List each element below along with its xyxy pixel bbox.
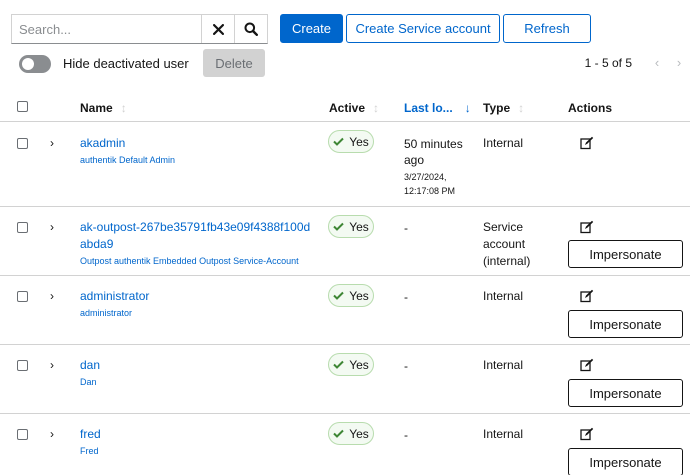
active-status-text: Yes — [349, 288, 369, 303]
expand-row-icon[interactable]: › — [50, 221, 54, 233]
last-login-relative: - — [404, 359, 408, 373]
active-status-badge: Yes — [328, 130, 374, 153]
user-type: Service account (internal) — [483, 220, 531, 268]
sort-descending-icon: ↓ — [464, 101, 471, 115]
check-icon — [333, 291, 344, 300]
user-link[interactable]: akadmin — [80, 135, 125, 152]
create-service-account-button[interactable]: Create Service account — [346, 14, 500, 43]
user-link[interactable]: administrator — [80, 288, 149, 305]
last-login-date: 3/27/2024, 12:17:08 PM — [404, 172, 456, 196]
user-link[interactable]: dan — [80, 357, 100, 374]
table-row: › dan Dan Yes - Internal Impersonate — [0, 345, 690, 414]
column-header-name[interactable]: Name ↕ — [80, 101, 127, 115]
column-header-last-login-label: Last lo... — [404, 101, 453, 115]
hide-deactivated-toggle[interactable] — [19, 55, 51, 73]
active-status-text: Yes — [349, 426, 369, 441]
user-type: Internal — [483, 427, 524, 441]
table-row: › ak-outpost-267be35791fb43e09f4388f100d… — [0, 207, 690, 276]
impersonate-button[interactable]: Impersonate — [568, 240, 683, 268]
edit-icon[interactable] — [580, 289, 594, 303]
sort-icon: ↕ — [518, 101, 525, 115]
search-icon — [244, 22, 258, 36]
close-icon — [212, 23, 224, 35]
table-header: Name ↕ Active ↕ Last lo... ↓ Type ↕ Acti… — [0, 92, 690, 122]
row-checkbox[interactable] — [17, 222, 28, 233]
user-link[interactable]: fred — [80, 426, 101, 443]
last-login-relative: - — [404, 428, 408, 442]
table-row: › akadmin authentik Default Admin Yes 50… — [0, 122, 690, 207]
check-icon — [333, 222, 344, 231]
active-status-badge: Yes — [328, 353, 374, 376]
user-display-name: administrator — [80, 308, 133, 318]
impersonate-button[interactable]: Impersonate — [568, 448, 683, 475]
clear-search-button[interactable] — [201, 15, 234, 43]
column-header-type-label: Type — [483, 101, 511, 115]
expand-row-icon[interactable]: › — [50, 290, 54, 302]
column-header-type[interactable]: Type ↕ — [483, 101, 524, 115]
create-button[interactable]: Create — [280, 14, 343, 43]
sort-icon: ↕ — [373, 101, 380, 115]
impersonate-button[interactable]: Impersonate — [568, 379, 683, 407]
user-display-name: Dan — [80, 377, 97, 387]
refresh-button[interactable]: Refresh — [503, 14, 591, 43]
active-status-text: Yes — [349, 134, 369, 149]
delete-button[interactable]: Delete — [203, 49, 265, 77]
search-input[interactable] — [12, 15, 201, 43]
edit-icon[interactable] — [580, 358, 594, 372]
active-status-badge: Yes — [328, 284, 374, 307]
row-checkbox[interactable] — [17, 291, 28, 302]
last-login-relative: 50 minutes ago — [404, 137, 463, 167]
column-header-actions-label: Actions — [568, 101, 613, 115]
sort-icon: ↕ — [120, 101, 127, 115]
user-display-name: authentik Default Admin — [80, 155, 176, 165]
select-all-checkbox[interactable] — [17, 101, 28, 112]
column-header-actions: Actions — [568, 101, 612, 115]
active-status-text: Yes — [349, 357, 369, 372]
check-icon — [333, 360, 344, 369]
impersonate-button[interactable]: Impersonate — [568, 310, 683, 338]
table-row: › administrator administrator Yes - Inte… — [0, 276, 690, 345]
user-type: Internal — [483, 358, 524, 372]
user-display-name: Fred — [80, 446, 99, 456]
edit-icon[interactable] — [580, 427, 594, 441]
last-login-relative: - — [404, 221, 408, 235]
check-icon — [333, 429, 344, 438]
row-checkbox[interactable] — [17, 360, 28, 371]
row-checkbox[interactable] — [17, 138, 28, 149]
expand-row-icon[interactable]: › — [50, 359, 54, 371]
search-button[interactable] — [234, 15, 267, 43]
active-status-badge: Yes — [328, 422, 374, 445]
search-box — [11, 14, 268, 44]
expand-row-icon[interactable]: › — [50, 428, 54, 440]
column-header-active-label: Active — [329, 101, 366, 115]
edit-icon[interactable] — [580, 220, 594, 234]
user-link[interactable]: ak-outpost-267be35791fb43e09f4388f100dab… — [80, 219, 316, 253]
hide-deactivated-label: Hide deactivated user — [63, 56, 189, 71]
table-row: › fred Fred Yes - Internal Impersonate — [0, 414, 690, 475]
active-status-badge: Yes — [328, 215, 374, 238]
user-display-name: Outpost authentik Embedded Outpost Servi… — [80, 256, 299, 266]
pagination-range: 1 - 5 of 5 — [584, 55, 632, 70]
row-checkbox[interactable] — [17, 429, 28, 440]
last-login-relative: - — [404, 290, 408, 304]
expand-row-icon[interactable]: › — [50, 137, 54, 149]
user-type: Internal — [483, 136, 524, 150]
previous-page-icon[interactable]: ‹ — [646, 55, 668, 70]
active-status-text: Yes — [349, 219, 369, 234]
column-header-name-label: Name — [80, 101, 113, 115]
user-type: Internal — [483, 289, 524, 303]
check-icon — [333, 137, 344, 146]
next-page-icon[interactable]: › — [668, 55, 690, 70]
pagination: 1 - 5 of 5 ‹ › — [585, 55, 690, 70]
column-header-active[interactable]: Active ↕ — [329, 101, 379, 115]
column-header-last-login[interactable]: Last lo... ↓ — [404, 101, 471, 115]
edit-icon[interactable] — [580, 136, 594, 150]
